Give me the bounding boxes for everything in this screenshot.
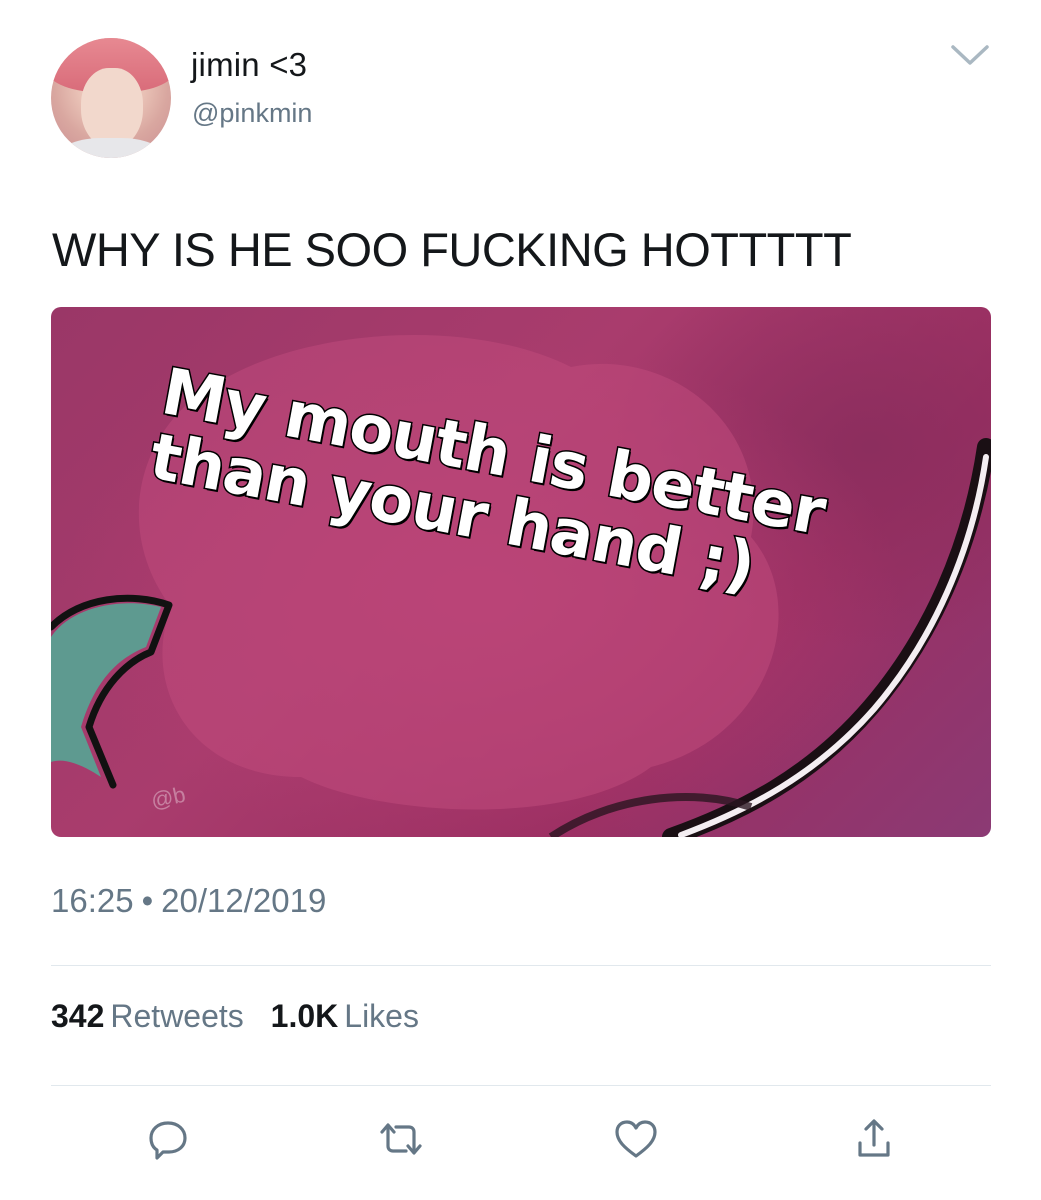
retweet-icon <box>378 1119 424 1164</box>
user-handle[interactable]: @pinkmin <box>192 98 312 129</box>
tweet-stats: 342 Retweets 1.0K Likes <box>51 998 437 1035</box>
tweet-detail: jimin <3 @pinkmin WHY IS HE SOO FUCKING … <box>0 0 1041 1200</box>
retweets-label: Retweets <box>110 998 244 1034</box>
tweet-time: 16:25 <box>51 882 134 919</box>
timestamp-separator: • <box>141 882 154 919</box>
retweet-button[interactable] <box>376 1116 426 1166</box>
share-button[interactable] <box>849 1116 899 1166</box>
tweet-image[interactable]: My mouth is better than your hand ;) @b <box>51 307 991 837</box>
divider-top <box>51 965 991 966</box>
avatar-shirt <box>61 138 161 158</box>
reply-icon <box>146 1117 190 1166</box>
heart-icon <box>613 1118 659 1165</box>
chevron-down-icon[interactable] <box>949 40 991 70</box>
reply-button[interactable] <box>143 1116 193 1166</box>
likes-label: Likes <box>344 998 419 1034</box>
share-icon <box>854 1117 894 1166</box>
avatar-face <box>81 68 143 148</box>
avatar[interactable] <box>51 38 171 158</box>
retweets-stat[interactable]: 342 Retweets <box>51 998 244 1035</box>
tweet-timestamp: 16:25 • 20/12/2019 <box>51 882 326 920</box>
likes-count: 1.0K <box>270 998 339 1034</box>
retweets-count: 342 <box>51 998 105 1034</box>
divider-bottom <box>51 1085 991 1086</box>
tweet-date: 20/12/2019 <box>161 882 327 919</box>
tweet-text: WHY IS HE SOO FUCKING HOTTTTT <box>52 223 852 276</box>
display-name[interactable]: jimin <3 <box>191 46 307 84</box>
like-button[interactable] <box>611 1116 661 1166</box>
likes-stat[interactable]: 1.0K Likes <box>271 998 419 1035</box>
